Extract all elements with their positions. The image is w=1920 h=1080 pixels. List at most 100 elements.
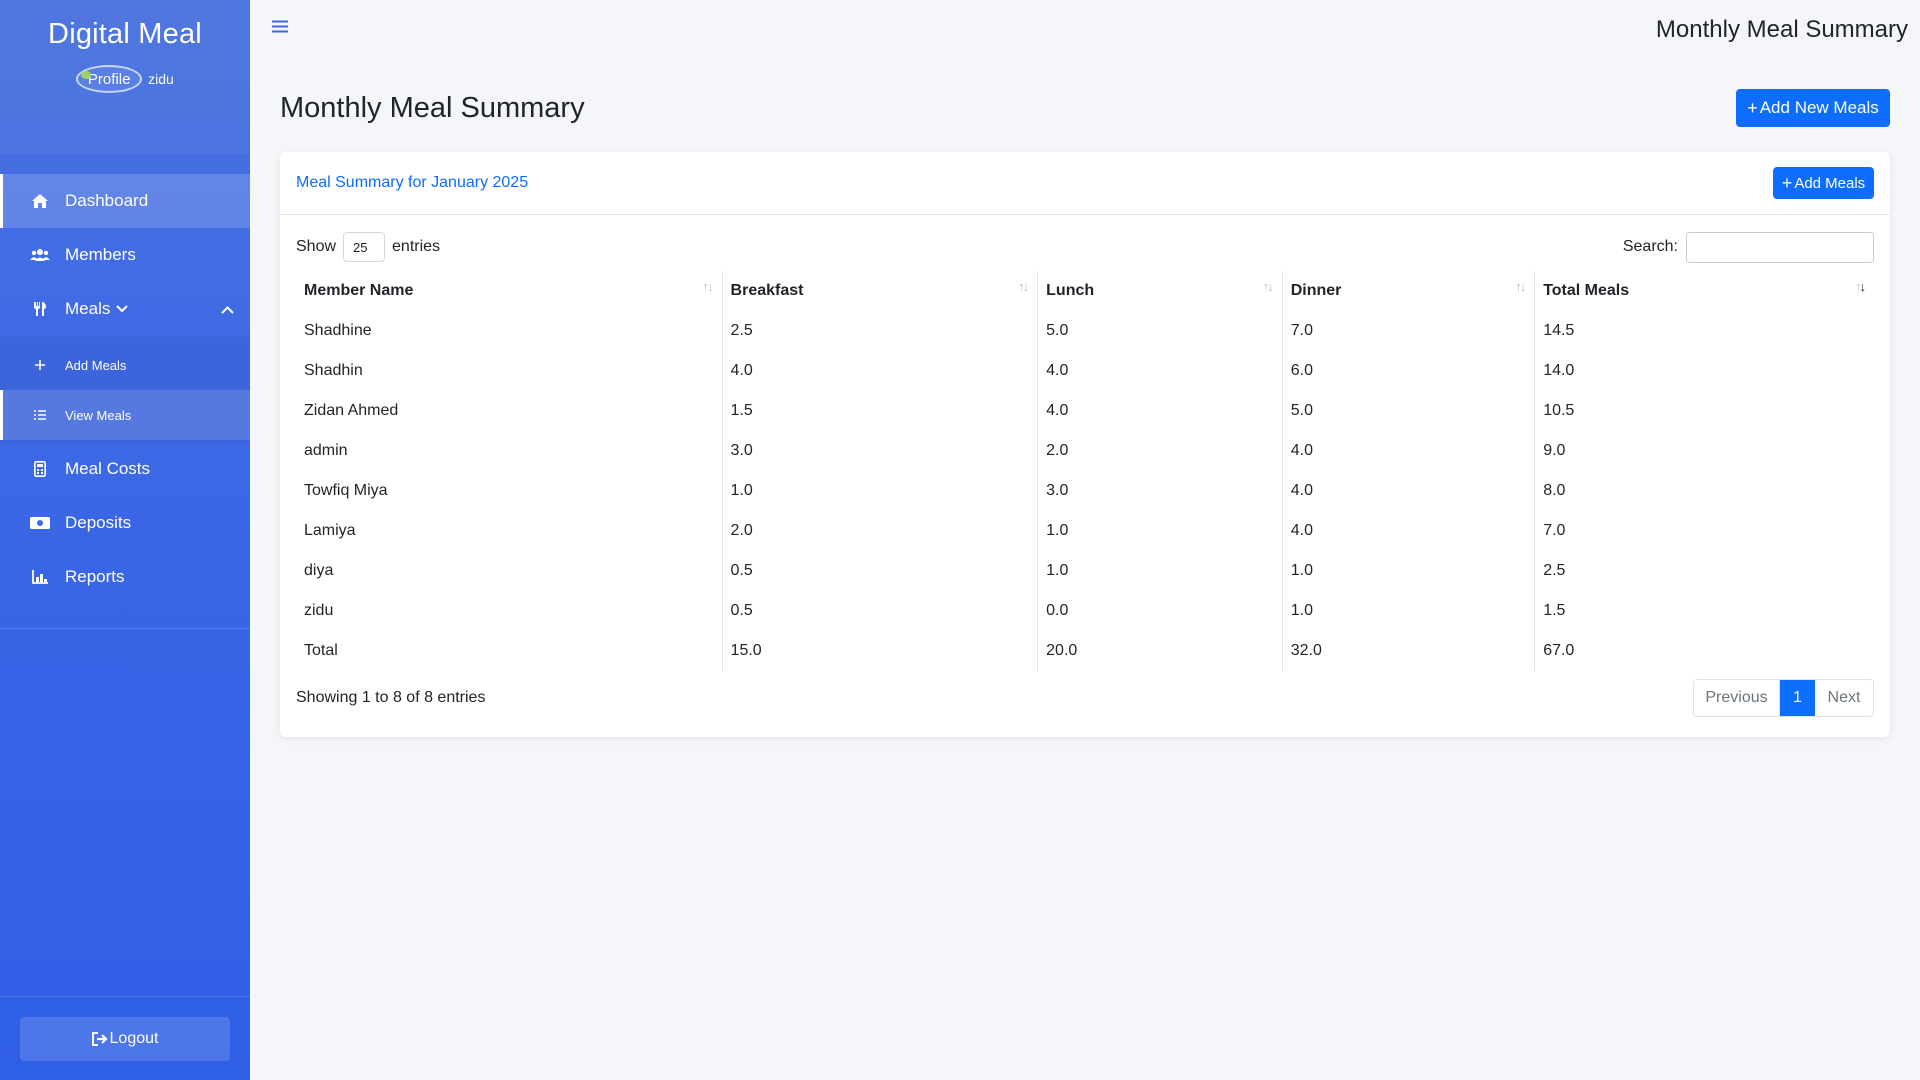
- sidebar-divider: [0, 628, 250, 629]
- add-new-meals-button[interactable]: + Add New Meals: [1736, 89, 1890, 127]
- datatable-footer: Showing 1 to 8 of 8 entries Previous 1 N…: [296, 679, 1874, 717]
- cell-breakfast: 2.0: [721, 511, 1038, 551]
- card-title: Meal Summary for January 2025: [296, 174, 529, 191]
- meal-summary-card: Meal Summary for January 2025 + Add Meal…: [280, 152, 1890, 737]
- topbar-title: Monthly Meal Summary: [1655, 16, 1908, 43]
- pagination-previous-button[interactable]: Previous: [1694, 680, 1780, 716]
- search-area: Search:: [1622, 231, 1874, 263]
- plus-icon: +: [1747, 97, 1758, 118]
- logout-area: Logout: [0, 996, 250, 1080]
- sidebar-item-deposits[interactable]: Deposits: [0, 496, 250, 550]
- datatable-controls: Show 25 entries Search:: [296, 231, 1874, 263]
- cell-breakfast: 3.0: [721, 431, 1038, 471]
- pagination-next-button[interactable]: Next: [1815, 680, 1873, 716]
- sidebar-item-label: Dashboard: [65, 191, 149, 210]
- search-label: Search:: [1622, 238, 1678, 255]
- sidebar-item-reports[interactable]: Reports: [0, 550, 250, 604]
- table-row: zidu 0.5 0.0 1.0 1.5: [296, 591, 1874, 631]
- avatar-alt-text: Profile: [87, 70, 131, 88]
- users-icon: [30, 247, 50, 263]
- column-header-breakfast[interactable]: Breakfast ↑↓: [721, 271, 1038, 311]
- sidebar-item-meals[interactable]: Meals: [0, 282, 250, 336]
- column-header-total-meals[interactable]: Total Meals ↑↓: [1534, 271, 1874, 311]
- page-header: Monthly Meal Summary + Add New Meals: [280, 80, 1890, 136]
- column-label: Total Meals: [1543, 282, 1630, 299]
- card-header: Meal Summary for January 2025 + Add Meal…: [280, 152, 1890, 215]
- column-header-dinner[interactable]: Dinner ↑↓: [1281, 271, 1535, 311]
- cell-total-label: Total: [304, 642, 338, 659]
- chevron-up-icon[interactable]: [221, 301, 234, 317]
- sidebar-item-meal-costs[interactable]: Meal Costs: [0, 442, 250, 496]
- cell-member-name: Lamiya: [304, 522, 356, 539]
- meal-summary-table: Member Name ↑↓ Breakfast ↑↓ Lunch ↑↓ Dinner…: [296, 271, 1874, 671]
- sort-icon: ↑↓: [1018, 279, 1029, 294]
- search-input[interactable]: [1686, 231, 1874, 263]
- cell-lunch: 4.0: [1037, 351, 1283, 391]
- cell-member-name: admin: [304, 442, 348, 459]
- column-label: Breakfast: [730, 282, 804, 299]
- cell-member-name: Shadhine: [304, 322, 372, 339]
- entries-label: entries: [392, 238, 441, 255]
- logout-icon: [91, 1031, 108, 1046]
- column-header-lunch[interactable]: Lunch ↑↓: [1037, 271, 1283, 311]
- cell-dinner: 5.0: [1281, 391, 1535, 431]
- cell-breakfast: 1.5: [721, 391, 1038, 431]
- column-label: Lunch: [1046, 282, 1095, 299]
- cell-member-name: Towfiq Miya: [304, 482, 388, 499]
- cell-total-meals: 1.5: [1534, 591, 1874, 631]
- cell-dinner: 7.0: [1281, 311, 1535, 351]
- table-row: admin 3.0 2.0 4.0 9.0: [296, 431, 1874, 471]
- entries-length: Show 25 entries: [296, 232, 440, 262]
- chevron-down-icon: [116, 302, 129, 316]
- plus-icon: +: [1781, 172, 1793, 193]
- cell-total-meals: 10.5: [1534, 391, 1874, 431]
- sidebar-subitem-add-meals[interactable]: Add Meals: [0, 340, 250, 390]
- entries-select[interactable]: 25: [343, 232, 386, 262]
- sidebar-subitem-view-meals[interactable]: View Meals: [0, 390, 250, 440]
- table-row: Shadhine 2.5 5.0 7.0 14.5: [296, 311, 1874, 351]
- sidebar: Digital Meal Profile zidu Dashboard Memb…: [0, 0, 250, 1080]
- cell-lunch: 3.0: [1037, 471, 1283, 511]
- cell-lunch: 1.0: [1037, 511, 1283, 551]
- cell-lunch: 4.0: [1037, 391, 1283, 431]
- profile-username: zidu: [148, 71, 174, 87]
- cell-total-meals-sum: 67.0: [1534, 631, 1874, 671]
- cell-dinner: 6.0: [1281, 351, 1535, 391]
- menu-toggle-icon[interactable]: [272, 16, 288, 39]
- table-info: Showing 1 to 8 of 8 entries: [296, 689, 486, 706]
- cell-lunch: 0.0: [1037, 591, 1283, 631]
- cell-total-meals: 14.5: [1534, 311, 1874, 351]
- table-row: Zidan Ahmed 1.5 4.0 5.0 10.5: [296, 391, 1874, 431]
- sidebar-item-members[interactable]: Members: [0, 228, 250, 282]
- column-header-member-name[interactable]: Member Name ↑↓: [296, 271, 722, 311]
- sidebar-nav: Dashboard Members Meals Add Meals View M…: [0, 174, 250, 629]
- cell-total-meals: 2.5: [1534, 551, 1874, 591]
- table-header-row: Member Name ↑↓ Breakfast ↑↓ Lunch ↑↓ Dinner…: [296, 271, 1874, 311]
- logout-button[interactable]: Logout: [20, 1016, 230, 1061]
- logout-label: Logout: [109, 1029, 159, 1047]
- page-title: Monthly Meal Summary: [280, 91, 585, 124]
- list-icon: [30, 407, 50, 423]
- cell-member-name: Zidan Ahmed: [304, 402, 399, 419]
- cell-dinner: 1.0: [1281, 591, 1535, 631]
- cell-total-breakfast: 15.0: [721, 631, 1038, 671]
- cell-breakfast: 0.5: [721, 551, 1038, 591]
- avatar[interactable]: Profile: [76, 65, 143, 93]
- cell-total-meals: 8.0: [1534, 471, 1874, 511]
- cell-breakfast: 4.0: [721, 351, 1038, 391]
- cell-breakfast: 2.5: [721, 311, 1038, 351]
- profile-row: Profile zidu: [0, 65, 250, 93]
- add-meals-button[interactable]: + Add Meals: [1773, 167, 1874, 199]
- sidebar-item-dashboard[interactable]: Dashboard: [0, 174, 250, 228]
- pagination-page-1[interactable]: 1: [1780, 680, 1815, 716]
- table-row: Towfiq Miya 1.0 3.0 4.0 8.0: [296, 471, 1874, 511]
- table-row: Shadhin 4.0 4.0 6.0 14.0: [296, 351, 1874, 391]
- add-new-meals-label: Add New Meals: [1759, 98, 1879, 117]
- home-icon: [30, 193, 50, 209]
- sidebar-brand: Digital Meal Profile zidu: [0, 0, 250, 154]
- cell-lunch: 5.0: [1037, 311, 1283, 351]
- sidebar-subitem-label: View Meals: [65, 407, 132, 423]
- cell-member-name: Shadhin: [304, 362, 363, 379]
- brand-title: Digital Meal: [48, 18, 202, 50]
- cell-dinner: 4.0: [1281, 471, 1535, 511]
